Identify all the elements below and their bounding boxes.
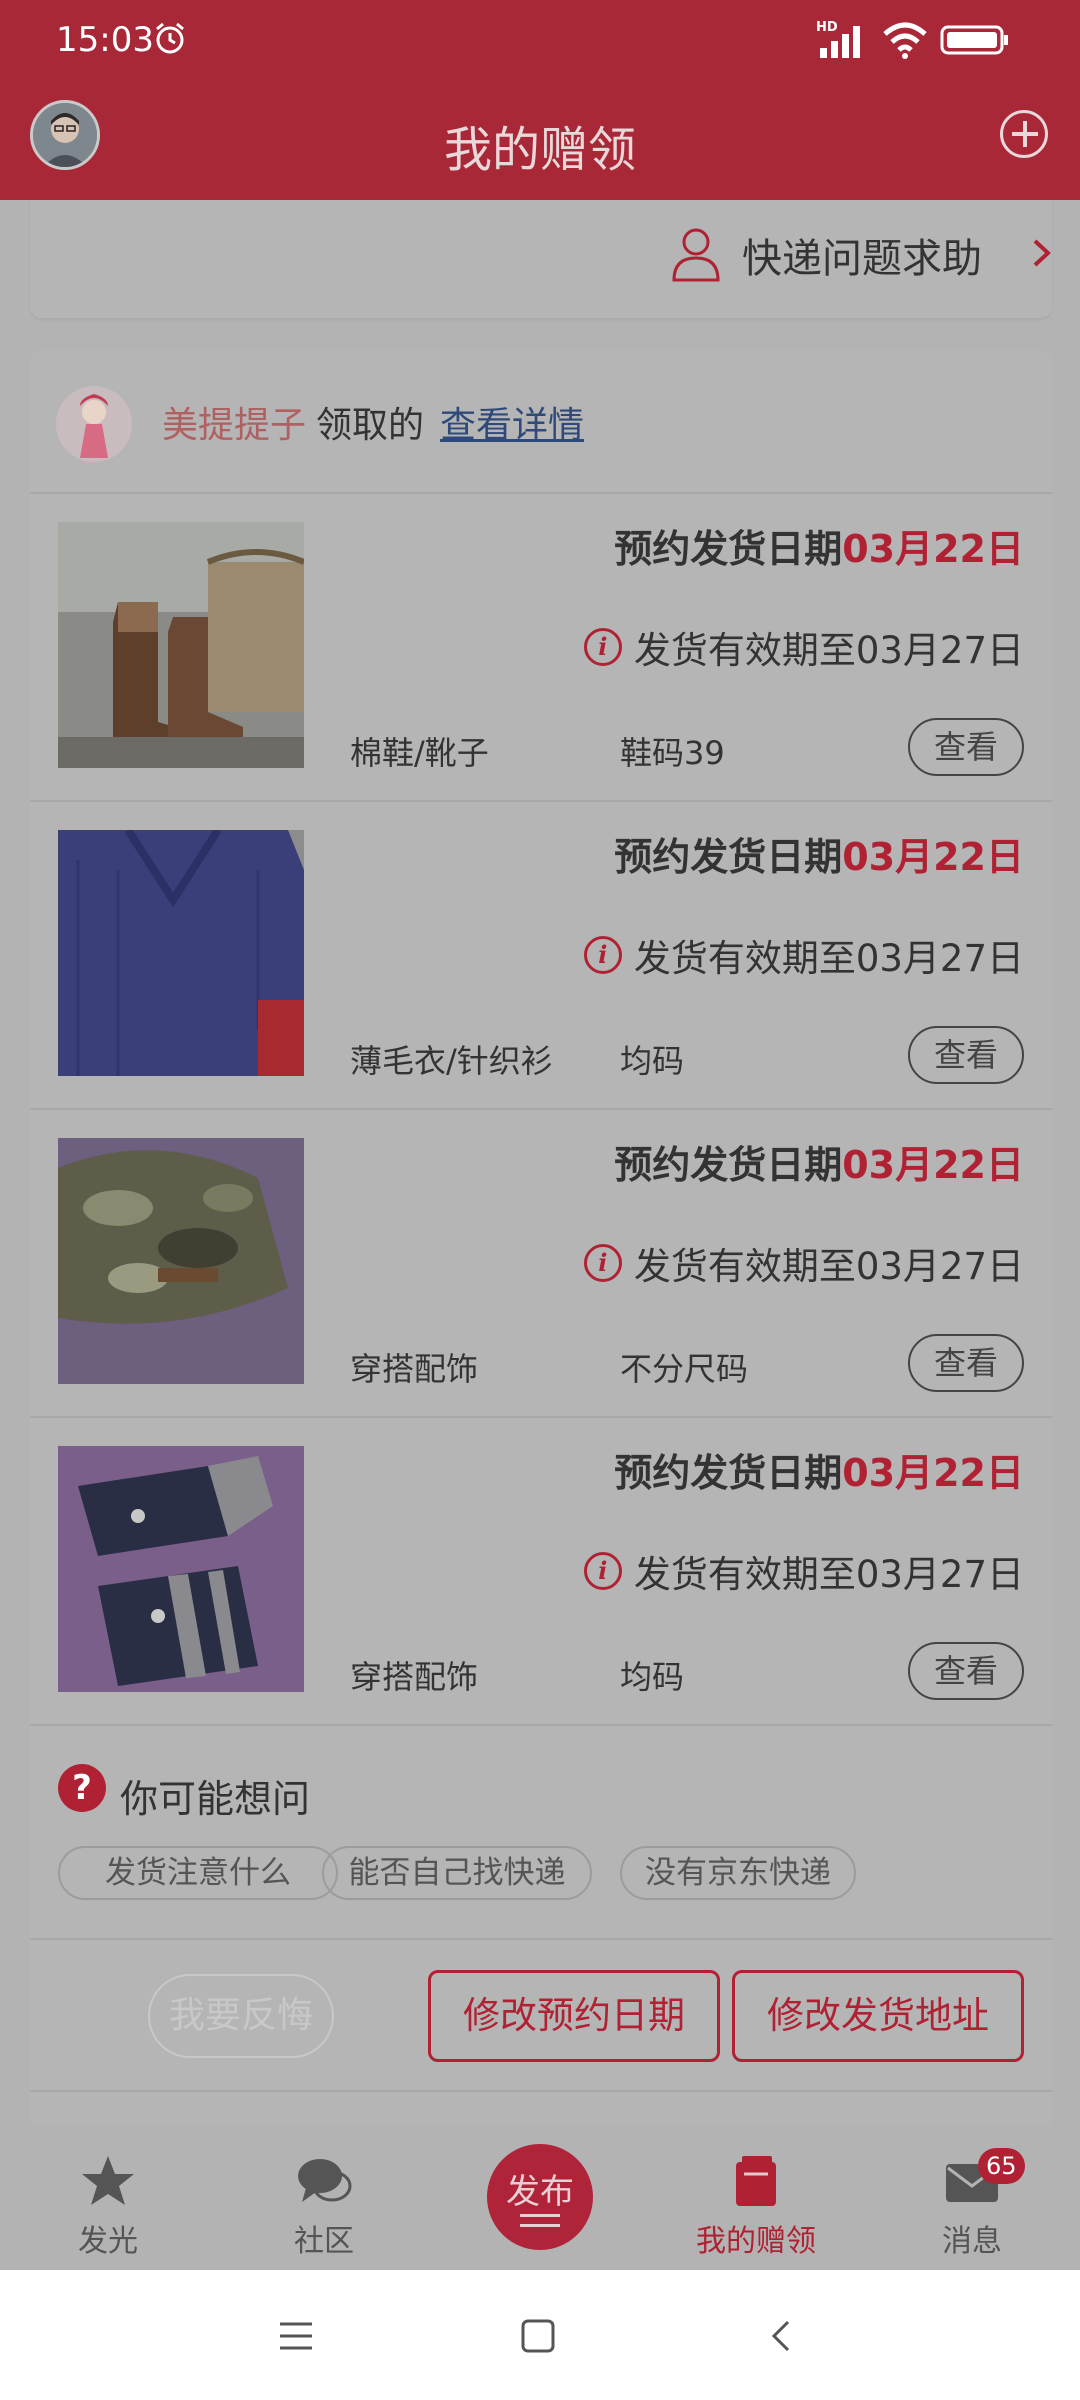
order-item[interactable]: 预约发货日期03月22日 i 发货有效期至03月27日 棉鞋/靴子 鞋码39 查看 [30,494,1052,802]
nav-label: 消息 [942,2224,1002,2259]
order-card: 美提提子 领取的 查看详情 预约发货日期03月22日 i 发货有效期至03月27日… [30,350,1052,2150]
change-address-button[interactable]: 修改发货地址 [732,1970,1024,2062]
info-icon: i [583,1552,622,1590]
view-item-button[interactable]: 查看 [908,718,1024,776]
order-header: 美提提子 领取的 查看详情 [30,350,1052,494]
item-category: 薄毛衣/针织衫 [350,1042,553,1080]
item-size: 均码 [620,1042,685,1080]
system-nav-bar [0,2270,1080,2400]
bottom-nav: 发光 社区 发布 我的赠领 65 消息 [0,2124,1080,2270]
item-size: 鞋码39 [620,734,725,772]
nav-item-community[interactable]: 社区 [244,2124,404,2270]
question-icon: ? [58,1764,106,1812]
ship-validity: i 发货有效期至03月27日 [583,1236,1024,1290]
change-date-button[interactable]: 修改预约日期 [428,1970,720,2062]
item-photo-cap[interactable] [58,1138,304,1384]
cap-photo-icon [58,1138,304,1384]
item-category: 棉鞋/靴子 [350,734,489,772]
doll-avatar-icon [56,386,132,462]
faq-section: ? 你可能想问 发货注意什么 能否自己找快递 没有京东快递 [30,1726,1052,1940]
order-item[interactable]: 预约发货日期03月22日 i 发货有效期至03月27日 薄毛衣/针织衫 均码 查看 [30,802,1052,1110]
faq-chip[interactable]: 能否自己找快递 [322,1846,592,1900]
view-item-button[interactable]: 查看 [908,1334,1024,1392]
item-photo-boots[interactable] [58,522,304,768]
alarm-icon [156,22,184,54]
info-icon: i [583,936,622,974]
back-icon[interactable] [762,2318,802,2354]
battery-icon [940,25,1008,55]
nav-item-my-gifts[interactable]: 我的赠领 [676,2124,836,2270]
nav-label: 发光 [78,2224,138,2259]
express-help-label: 快递问题求助 [742,236,982,282]
regret-button[interactable]: 我要反悔 [148,1974,334,2058]
app-header: 我的赠领 [0,80,1080,200]
wifi-icon [883,22,927,59]
order-item[interactable]: 预约发货日期03月22日 i 发货有效期至03月27日 穿搭配饰 均码 查看 [30,1418,1052,1726]
giver-name[interactable]: 美提提子 [162,396,306,448]
page-title: 我的赠领 [443,122,636,178]
item-category: 穿搭配饰 [350,1658,479,1696]
ship-date: 预约发货日期03月22日 [614,527,1024,571]
express-help-row[interactable]: 快递问题求助 [30,200,1052,318]
item-category: 穿搭配饰 [350,1350,479,1388]
publish-label: 发布 [506,2172,574,2212]
nav-item-glow[interactable]: 发光 [28,2124,188,2270]
view-item-button[interactable]: 查看 [908,1642,1024,1700]
item-photo-gloves[interactable] [58,1446,304,1692]
sweater-photo-icon [58,830,304,1076]
boots-photo-icon [58,522,304,768]
nav-item-messages[interactable]: 65 消息 [892,2124,1052,2270]
info-icon: i [583,628,622,666]
signal-icon [820,26,860,58]
status-bar: 15:03 HD [0,0,1080,80]
ship-validity: i 发货有效期至03月27日 [583,620,1024,674]
gloves-photo-icon [58,1446,304,1692]
chat-icon [298,2159,352,2202]
publish-button[interactable]: 发布 [487,2144,593,2250]
message-badge: 65 [978,2148,1025,2184]
faq-title: 你可能想问 [120,1777,311,1821]
nav-label: 社区 [294,2224,354,2259]
ship-validity: i 发货有效期至03月27日 [583,928,1024,982]
home-icon[interactable] [518,2318,558,2354]
ship-date: 预约发货日期03月22日 [614,1143,1024,1187]
info-icon: i [583,1244,622,1282]
nav-label: 我的赠领 [696,2224,816,2259]
item-size: 均码 [620,1658,685,1696]
publish-icon [520,2214,560,2217]
status-time: 15:03 [56,20,154,60]
ship-validity: i 发货有效期至03月27日 [583,1544,1024,1598]
faq-chip[interactable]: 没有京东快递 [620,1846,856,1900]
add-button[interactable] [1000,110,1048,158]
view-details-link[interactable]: 查看详情 [440,396,584,448]
person-icon [672,228,720,282]
star-icon [82,2156,134,2205]
gift-box-icon [736,2156,776,2206]
view-item-button[interactable]: 查看 [908,1026,1024,1084]
received-text: 领取的 [316,405,425,446]
order-item[interactable]: 预约发货日期03月22日 i 发货有效期至03月27日 穿搭配饰 不分尺码 查看 [30,1110,1052,1418]
item-photo-sweater[interactable] [58,830,304,1076]
menu-icon[interactable] [276,2318,316,2354]
action-bar: 我要反悔 修改预约日期 修改发货地址 [30,1942,1052,2092]
ship-date: 预约发货日期03月22日 [614,835,1024,879]
chevron-right-icon [1033,239,1051,267]
item-size: 不分尺码 [620,1350,749,1388]
ship-date: 预约发货日期03月22日 [614,1451,1024,1495]
faq-chip[interactable]: 发货注意什么 [58,1846,338,1900]
giver-avatar[interactable] [56,386,132,462]
